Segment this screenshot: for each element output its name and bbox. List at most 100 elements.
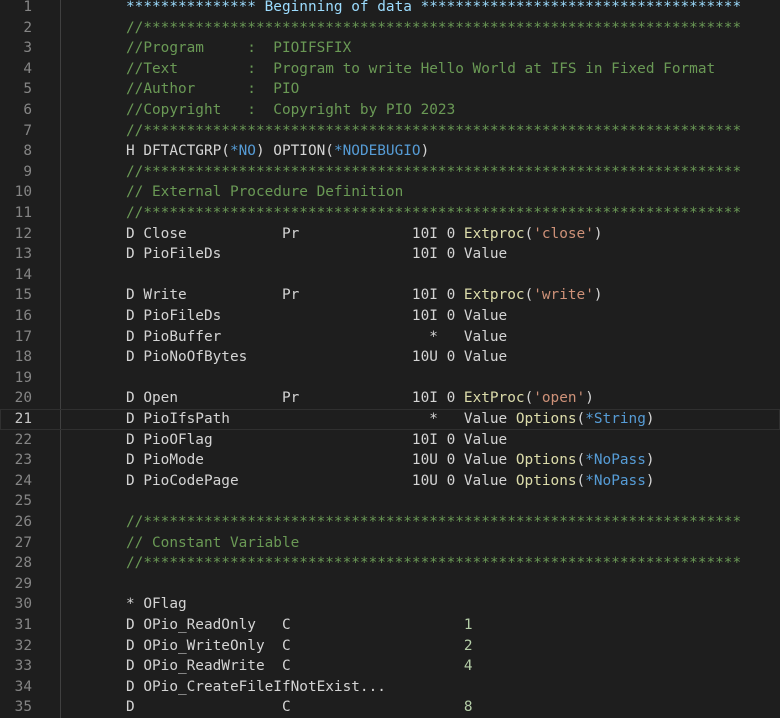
code-token: Options [515, 411, 577, 427]
line-number: 34 [14, 678, 32, 695]
code-line[interactable]: 34 D OPio_CreateFileIfNotExist... [0, 677, 780, 698]
line-number: 31 [14, 617, 32, 633]
code-token: //Author : PIO [126, 81, 300, 98]
code-line[interactable]: 21 D PioIfsPath * Value Options(*String) [0, 409, 780, 430]
code-text: // Constant Variable [126, 533, 299, 554]
code-text: D PioIfsPath * Value Options(*String) [126, 409, 655, 430]
code-token: 'write' [533, 287, 594, 304]
code-text: *************** Beginning of data ******… [126, 0, 741, 18]
code-token: *NO [229, 143, 256, 160]
code-line[interactable]: 8 H DFTACTGRP(*NO) OPTION(*NODEBUGIO) [0, 141, 780, 162]
line-number: 13 [14, 246, 32, 263]
code-line[interactable]: 28 //************************************… [0, 553, 780, 574]
code-line[interactable]: 6 //Copyright : Copyright by PIO 2023 [0, 100, 780, 121]
code-line[interactable]: 27 // Constant Variable [0, 533, 780, 554]
code-token: *NODEBUGIO [333, 143, 421, 160]
code-line[interactable]: 22 D PioOFlag 10I 0 Value [0, 430, 780, 451]
code-text: D PioFileDs 10I 0 Value [126, 306, 507, 327]
code-token: D Open Pr 10I 0 [126, 390, 464, 407]
code-token: D OPio_WriteOnly C [126, 637, 464, 654]
code-token: ) [645, 452, 655, 469]
code-text: D C 8 [126, 697, 473, 718]
code-line[interactable]: 14 [0, 265, 780, 286]
code-line[interactable]: 11 //************************************… [0, 203, 780, 224]
code-text: H DFTACTGRP(*NO) OPTION(*NODEBUGIO) [126, 141, 429, 162]
code-token: D PioIfsPath * Value [126, 411, 516, 427]
line-number: 33 [14, 658, 32, 675]
code-line[interactable]: 12 D Close Pr 10I 0 Extproc('close') [0, 224, 780, 245]
code-token: //**************************************… [126, 19, 742, 36]
code-editor[interactable]: 1 *************** Beginning of data *****… [0, 0, 780, 718]
code-text: D PioMode 10U 0 Value Options(*NoPass) [126, 450, 655, 471]
code-line[interactable]: 3 //Program : PIOIFSFIX [0, 38, 780, 59]
code-line[interactable]: 4 //Text : Program to write Hello World a… [0, 59, 780, 80]
code-line[interactable]: 15 D Write Pr 10I 0 Extproc('write') [0, 285, 780, 306]
line-number: 15 [14, 287, 32, 304]
code-line[interactable]: 19 [0, 368, 780, 389]
code-token: Options [515, 472, 577, 489]
code-line[interactable]: 33 D OPio_ReadWrite C 4 [0, 656, 780, 677]
code-token: 'close' [533, 225, 594, 242]
line-number: 4 [23, 60, 32, 77]
code-token: ( [524, 390, 534, 407]
code-line[interactable]: 10 // External Procedure Definition [0, 182, 780, 203]
line-number: 11 [14, 205, 32, 221]
code-token: //**************************************… [126, 122, 742, 139]
code-line[interactable]: 25 [0, 491, 780, 512]
code-token: D PioFileDs 10I 0 Value [126, 246, 508, 263]
code-token: 1 [463, 617, 473, 633]
code-token: D Close Pr 10I 0 [126, 225, 464, 242]
line-number: 6 [23, 102, 32, 118]
code-token: ) [645, 411, 655, 427]
line-number: 1 [23, 0, 32, 15]
code-line[interactable]: 7 //*************************************… [0, 121, 780, 142]
code-text: D OPio_CreateFileIfNotExist... [126, 677, 386, 698]
code-token: 2 [463, 637, 473, 654]
code-text: //**************************************… [126, 553, 741, 574]
line-number: 26 [14, 514, 32, 530]
code-line[interactable]: 1 *************** Beginning of data *****… [0, 0, 780, 18]
code-token: D OPio_ReadOnly C [126, 617, 464, 633]
code-line[interactable]: 35 D C 8 [0, 697, 780, 718]
code-text: D PioBuffer * Value [126, 327, 507, 348]
line-number: 3 [23, 40, 32, 57]
code-token: 4 [463, 658, 473, 675]
code-line[interactable]: 2 //*************************************… [0, 18, 780, 39]
code-line[interactable]: 16 D PioFileDs 10I 0 Value [0, 306, 780, 327]
line-number: 17 [14, 328, 32, 345]
code-line[interactable]: 18 D PioNoOfBytes 10U 0 Value [0, 347, 780, 368]
code-token: *************** Beginning of data ******… [126, 0, 742, 15]
code-token: D PioMode 10U 0 Value [126, 452, 516, 469]
code-line[interactable]: 9 //*************************************… [0, 162, 780, 183]
code-text: //**************************************… [126, 162, 741, 183]
code-text: //**************************************… [126, 18, 741, 39]
code-line[interactable]: 29 [0, 574, 780, 595]
code-token: D OPio_CreateFileIfNotExist... [126, 678, 386, 695]
code-token: D C [126, 699, 464, 716]
code-text: D Open Pr 10I 0 ExtProc('open') [126, 388, 594, 409]
line-number: 24 [14, 472, 32, 489]
line-number: 5 [23, 81, 32, 98]
line-number: 2 [23, 19, 32, 36]
code-line[interactable]: 26 //************************************… [0, 512, 780, 533]
code-token: Extproc [463, 287, 525, 304]
code-line[interactable]: 17 D PioBuffer * Value [0, 327, 780, 348]
code-line[interactable]: 23 D PioMode 10U 0 Value Options(*NoPass) [0, 450, 780, 471]
code-token: ) [593, 287, 603, 304]
code-line[interactable]: 30 * OFlag [0, 594, 780, 615]
code-token: ( [576, 411, 586, 427]
code-text: D PioOFlag 10I 0 Value [126, 430, 507, 451]
line-number: 16 [14, 308, 32, 324]
line-number: 23 [14, 452, 32, 469]
code-line[interactable]: 32 D OPio_WriteOnly C 2 [0, 636, 780, 657]
code-token: ) [645, 472, 655, 489]
code-line[interactable]: 31 D OPio_ReadOnly C 1 [0, 615, 780, 636]
code-token: Extproc [463, 225, 525, 242]
code-text: D PioNoOfBytes 10U 0 Value [126, 347, 507, 368]
line-number: 30 [14, 596, 32, 613]
code-line[interactable]: 20 D Open Pr 10I 0 ExtProc('open') [0, 388, 780, 409]
code-line[interactable]: 13 D PioFileDs 10I 0 Value [0, 244, 780, 265]
code-line[interactable]: 5 //Author : PIO [0, 79, 780, 100]
code-token: D OPio_ReadWrite C [126, 658, 464, 675]
code-line[interactable]: 24 D PioCodePage 10U 0 Value Options(*NoP… [0, 471, 780, 492]
